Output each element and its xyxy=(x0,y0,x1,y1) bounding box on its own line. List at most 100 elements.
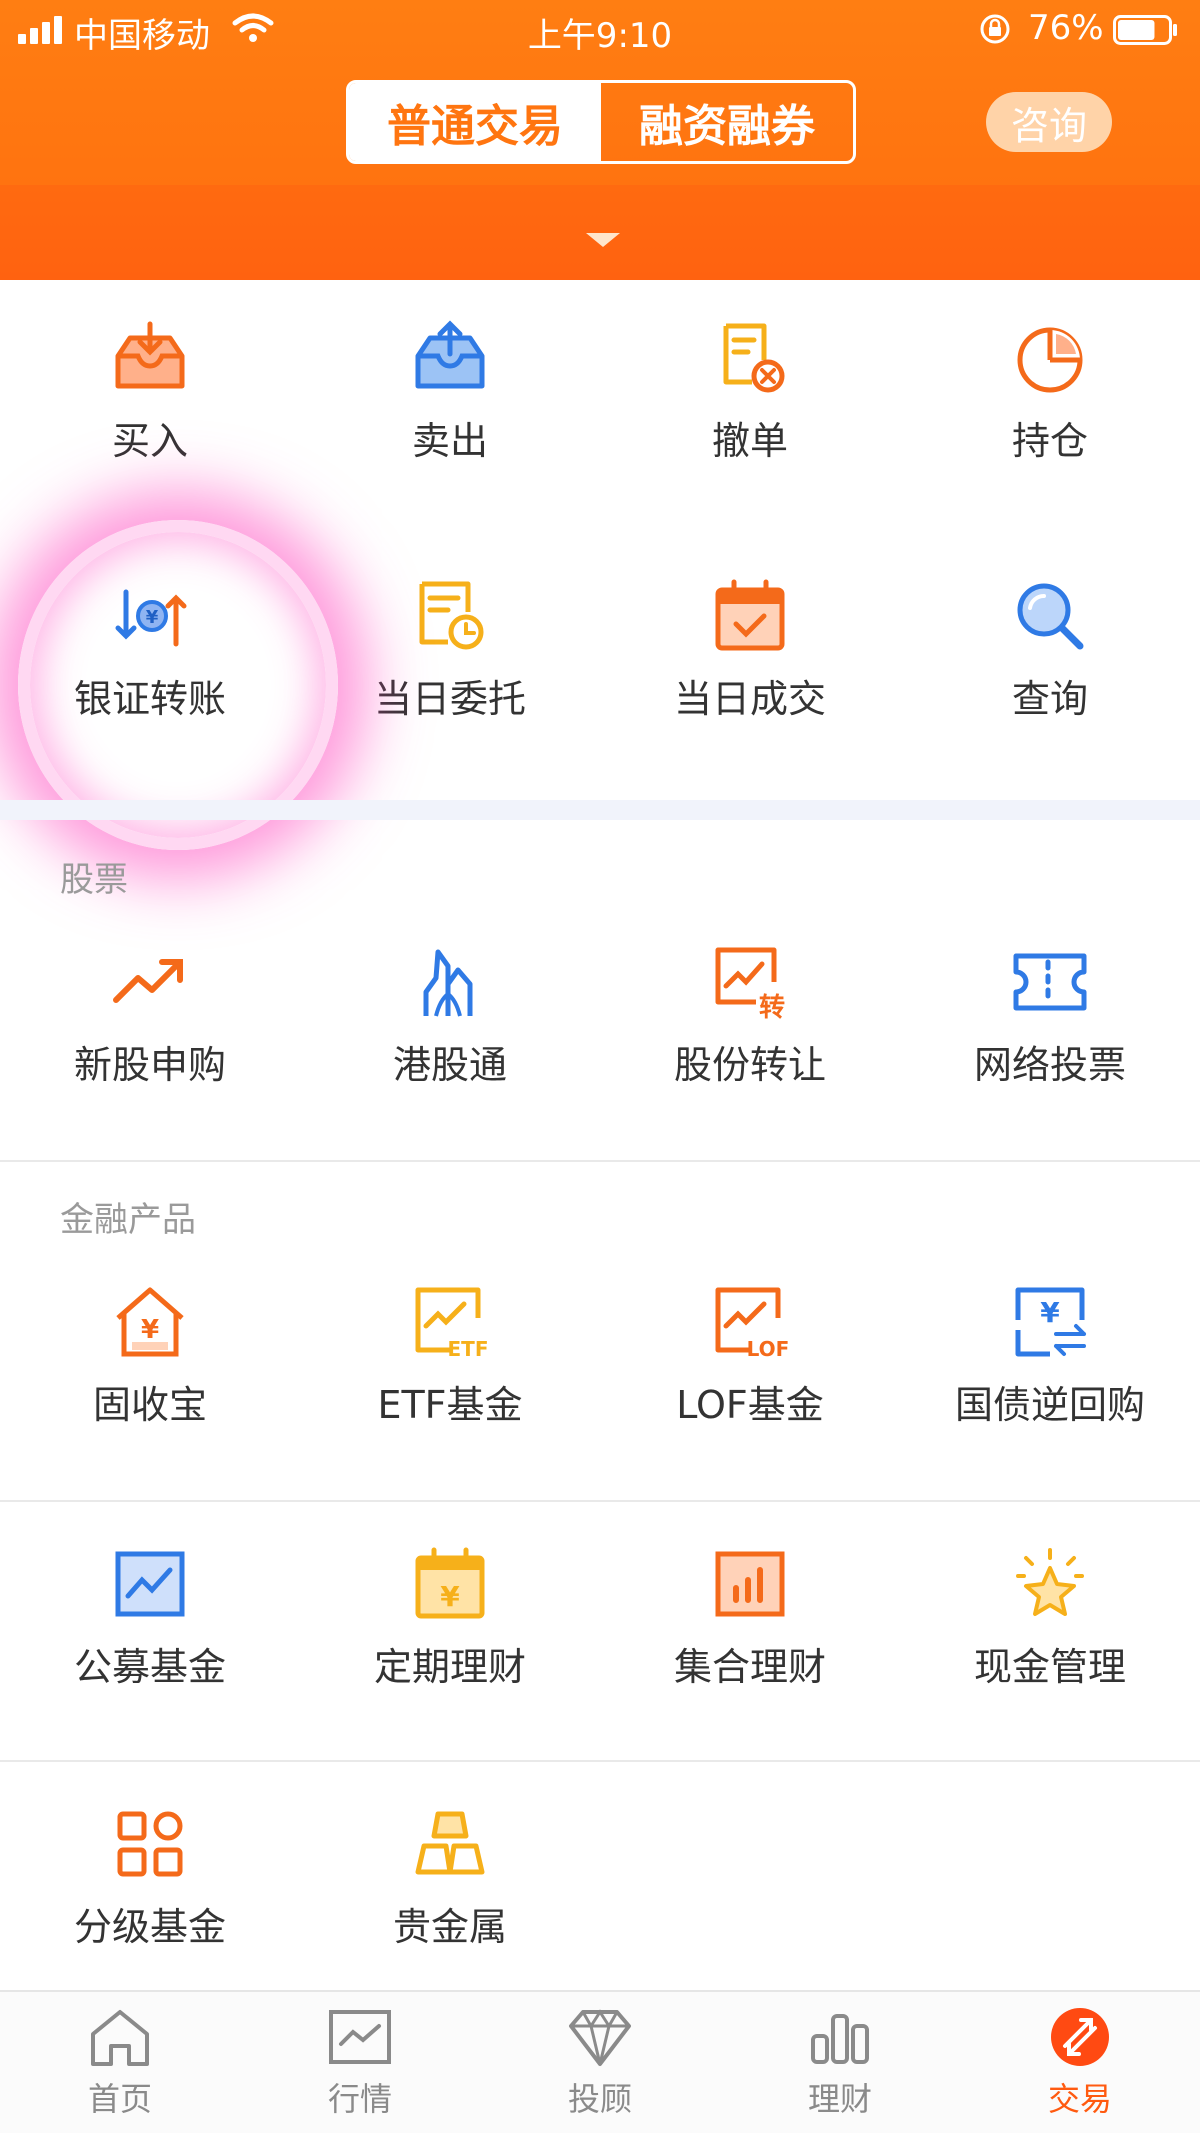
grid-item-label: 新股申购 xyxy=(73,1043,226,1087)
grid-item-reverse-repo[interactable]: ¥ 国债逆回购 xyxy=(900,1284,1200,1429)
fixed-income-icon: ¥ xyxy=(116,1287,184,1357)
trade-mode-segmented-control: 普通交易 融资融券 xyxy=(346,80,856,164)
grid-item-lof[interactable]: LOF LOF基金 xyxy=(600,1284,900,1429)
tab-margin-trade[interactable]: 融资融券 xyxy=(601,83,853,161)
nav-advisor[interactable]: 投顾 xyxy=(480,1992,720,2133)
clock-time: 上午9:10 xyxy=(527,16,673,56)
svg-text:转: 转 xyxy=(759,993,785,1020)
bottom-tab-bar: 首页 行情 投顾 理财 交易 xyxy=(0,1990,1200,2133)
nav-market[interactable]: 行情 xyxy=(240,1992,480,2133)
grid-item-label: 分级基金 xyxy=(73,1905,226,1949)
home-icon xyxy=(91,2010,149,2066)
buy-icon xyxy=(115,321,185,389)
svg-text:¥: ¥ xyxy=(440,1580,460,1613)
grid-item-precious-metal[interactable]: 贵金属 xyxy=(300,1806,600,1951)
grid-item-term-finance[interactable]: ¥ 定期理财 xyxy=(300,1546,600,1691)
section-divider xyxy=(0,1500,1200,1502)
nav-label: 理财 xyxy=(807,2080,872,2118)
grid-item-share-transfer[interactable]: 转 股份转让 xyxy=(600,944,900,1089)
hk-connect-icon xyxy=(423,949,473,1017)
precious-metal-icon xyxy=(415,1811,485,1875)
grid-item-label: 网络投票 xyxy=(973,1043,1126,1087)
nav-label: 投顾 xyxy=(567,2080,632,2118)
graded-fund-icon xyxy=(117,1811,183,1877)
trade-icon xyxy=(1051,2008,1109,2066)
grid-item-etf[interactable]: ETF ETF基金 xyxy=(300,1284,600,1429)
market-icon xyxy=(329,2010,391,2064)
grid-item-hk-connect[interactable]: 港股通 xyxy=(300,944,600,1089)
section-divider xyxy=(0,1760,1200,1762)
position-pie-icon xyxy=(1017,327,1083,393)
term-finance-icon: ¥ xyxy=(415,1547,485,1619)
grid-item-cash-management[interactable]: 现金管理 xyxy=(900,1546,1200,1691)
svg-text:¥: ¥ xyxy=(146,607,159,628)
grid-item-label: 集合理财 xyxy=(673,1645,826,1689)
vote-ticket-icon xyxy=(1013,953,1087,1011)
header-bar: 中国移动 上午9:10 76% 普通交易 融资融券 咨询 xyxy=(0,0,1200,185)
consult-button[interactable]: 咨询 xyxy=(986,92,1112,152)
grid-item-public-fund[interactable]: 公募基金 xyxy=(0,1546,300,1691)
grid-item-label: 银证转账 xyxy=(73,677,226,721)
battery-icon xyxy=(1113,15,1177,45)
bank-transfer-icon: ¥ xyxy=(115,589,187,647)
today-deals-icon xyxy=(715,579,785,651)
svg-text:¥: ¥ xyxy=(1040,1296,1060,1329)
grid-item-query[interactable]: 查询 xyxy=(900,578,1200,723)
grid-item-label: 卖出 xyxy=(411,419,488,463)
grid-item-fixed-income[interactable]: ¥ 固收宝 xyxy=(0,1284,300,1429)
grid-item-ipo[interactable]: 新股申购 xyxy=(0,944,300,1089)
grid-item-today-deals[interactable]: 当日成交 xyxy=(600,578,900,723)
section-title-finance: 金融产品 xyxy=(60,1200,196,1240)
grid-item-label: 国债逆回购 xyxy=(954,1383,1145,1427)
svg-text:ETF: ETF xyxy=(448,1337,488,1360)
grid-item-label: 持仓 xyxy=(1011,419,1088,463)
ipo-trend-icon xyxy=(113,959,183,1003)
grid-item-label: 查询 xyxy=(1011,677,1088,721)
grid-item-today-orders[interactable]: 当日委托 xyxy=(300,578,600,723)
lof-fund-icon: LOF xyxy=(715,1287,788,1360)
svg-text:LOF: LOF xyxy=(747,1337,788,1360)
grid-item-cancel-order[interactable]: 撤单 xyxy=(600,320,900,465)
grid-item-label: ETF基金 xyxy=(377,1383,523,1427)
sell-icon xyxy=(415,320,485,389)
nav-label: 首页 xyxy=(87,2080,152,2118)
cancel-order-icon xyxy=(723,323,785,393)
public-fund-icon xyxy=(115,1551,185,1617)
section-divider xyxy=(0,800,1200,820)
battery-percent: 76% xyxy=(1028,8,1104,48)
section-divider xyxy=(0,1160,1200,1162)
grid-item-buy[interactable]: 买入 xyxy=(0,320,300,465)
grid-item-label: LOF基金 xyxy=(676,1383,824,1427)
finance-bars-icon xyxy=(811,2014,869,2064)
grid-item-sell[interactable]: 卖出 xyxy=(300,320,600,465)
section-title-stocks: 股票 xyxy=(60,860,128,900)
today-orders-icon xyxy=(419,581,484,650)
nav-label: 行情 xyxy=(327,2080,392,2118)
search-icon xyxy=(1017,583,1084,650)
grid-item-label: 公募基金 xyxy=(73,1645,226,1689)
nav-label: 交易 xyxy=(1047,2080,1112,2118)
grid-item-collective-finance[interactable]: 集合理财 xyxy=(600,1546,900,1691)
grid-item-position[interactable]: 持仓 xyxy=(900,320,1200,465)
nav-home[interactable]: 首页 xyxy=(0,1992,240,2133)
tab-normal-trade[interactable]: 普通交易 xyxy=(349,83,601,161)
rotation-lock-icon xyxy=(980,14,1010,44)
grid-item-label: 当日委托 xyxy=(373,677,526,721)
status-bar: 中国移动 上午9:10 76% xyxy=(0,0,1200,60)
grid-item-label: 定期理财 xyxy=(373,1645,526,1689)
grid-item-label: 现金管理 xyxy=(973,1645,1126,1689)
grid-item-online-vote[interactable]: 网络投票 xyxy=(900,944,1200,1089)
svg-text:¥: ¥ xyxy=(141,1315,159,1345)
collective-finance-icon xyxy=(715,1551,785,1617)
grid-item-graded-fund[interactable]: 分级基金 xyxy=(0,1806,300,1951)
grid-item-bank-transfer[interactable]: ¥ 银证转账 xyxy=(0,578,300,723)
grid-item-label: 港股通 xyxy=(392,1043,507,1087)
grid-item-label: 撤单 xyxy=(711,419,788,463)
nav-finance[interactable]: 理财 xyxy=(720,1992,960,2133)
etf-fund-icon: ETF xyxy=(415,1287,488,1360)
cash-management-icon xyxy=(1016,1548,1084,1616)
nav-trade[interactable]: 交易 xyxy=(960,1992,1200,2133)
grid-item-label: 买入 xyxy=(111,419,188,463)
advisor-diamond-icon xyxy=(569,2009,631,2066)
dropdown-caret-icon[interactable] xyxy=(586,233,620,247)
